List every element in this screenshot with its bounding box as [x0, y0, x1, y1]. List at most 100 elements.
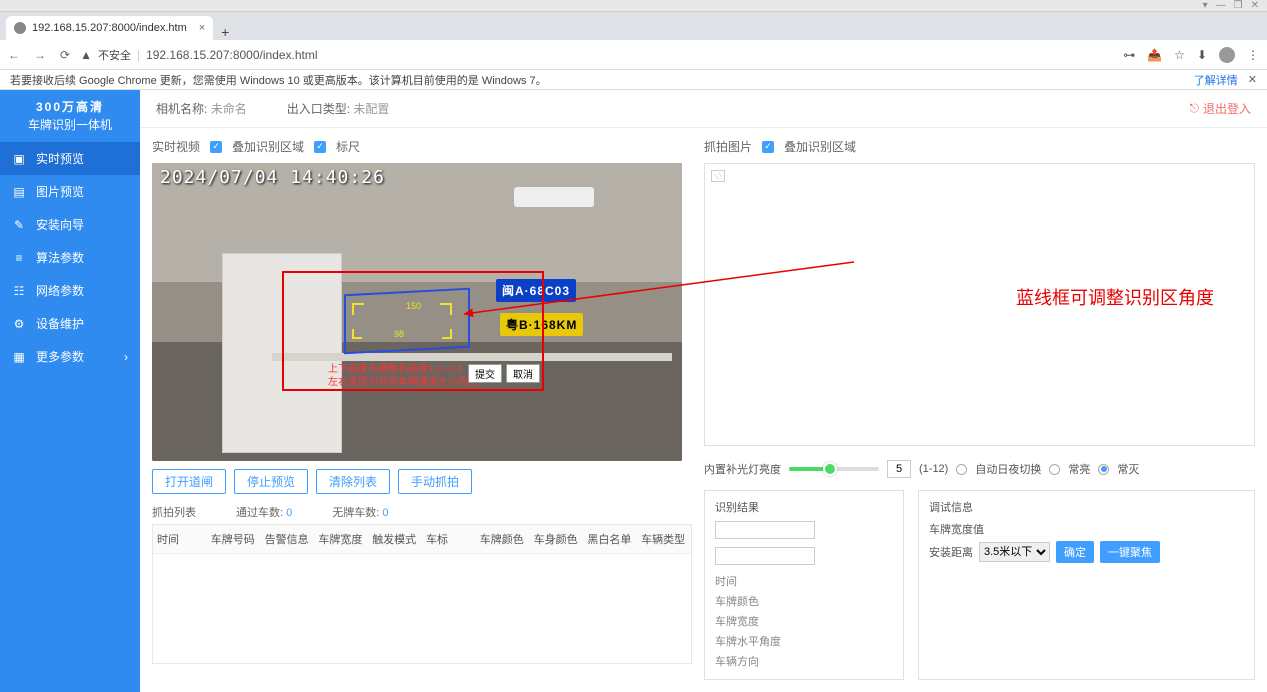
brand: 300万高清 车牌识别一体机 [0, 90, 140, 142]
debug-panel: 调试信息 车牌宽度值 安装距离 3.5米以下 确定 一键聚焦 [918, 490, 1255, 680]
always-off-radio[interactable] [1098, 464, 1109, 475]
wrench-icon: ✎ [12, 218, 26, 232]
key-icon[interactable]: ⊶ [1123, 48, 1135, 62]
image-icon: ▤ [12, 185, 26, 199]
ruler-checkbox[interactable]: ✓ [314, 141, 326, 153]
new-tab-button[interactable]: + [213, 24, 237, 40]
insecure-icon[interactable]: ▲ [80, 48, 92, 62]
notice-text: 若要接收后续 Google Chrome 更新，您需使用 Windows 10 … [10, 72, 547, 88]
confirm-button[interactable]: 确定 [1056, 541, 1094, 563]
pass-count: 0 [286, 507, 292, 519]
sidebar-item-algo[interactable]: ≡ 算法参数 [0, 241, 140, 274]
autofocus-button[interactable]: 一键聚焦 [1100, 541, 1160, 563]
sidebar-item-wizard[interactable]: ✎ 安装向导 [0, 208, 140, 241]
overlay-region-checkbox[interactable]: ✓ [210, 141, 222, 153]
chevron-right-icon: › [124, 350, 128, 364]
globe-icon [14, 22, 26, 34]
logout-button[interactable]: ⎋ 退出登入 [1189, 100, 1251, 117]
capture-table: 时间 车牌号码 告警信息 车牌宽度 触发模式 车标 车牌颜色 车身颜色 黑白名单… [152, 524, 692, 664]
logout-icon: ⎋ [1189, 101, 1199, 116]
io-value: 未配置 [353, 102, 389, 116]
snap-title: 抓拍图片 [704, 138, 752, 155]
placeholder-icon [711, 170, 725, 182]
always-on-radio[interactable] [1049, 464, 1060, 475]
snap-overlay-checkbox[interactable]: ✓ [762, 141, 774, 153]
live-video[interactable]: 2024/07/04 14:40:26 闽A·68C03 粤B·168KM 15… [152, 163, 682, 461]
sidebar-item-label: 网络参数 [36, 282, 84, 299]
address-bar: ← → ⟳ ▲ 不安全 | 192.168.15.207:8000/index.… [0, 40, 1267, 70]
dropdown-icon[interactable]: ▾ [1203, 0, 1208, 11]
sidebar-item-label: 实时预览 [36, 150, 84, 167]
kebab-icon[interactable]: ⋮ [1247, 48, 1259, 62]
close-tab-icon[interactable]: × [199, 22, 205, 34]
snapshot-box: 蓝线框可调整识别区角度 [704, 163, 1255, 446]
result-input-2[interactable] [715, 547, 815, 565]
sidebar-item-label: 算法参数 [36, 249, 84, 266]
download-icon[interactable]: ⬇ [1197, 48, 1207, 62]
close-window-icon[interactable]: ✕ [1251, 0, 1259, 11]
cam-label: 相机名称: [156, 102, 207, 116]
browser-tab[interactable]: 192.168.15.207:8000/index.htm × [6, 16, 213, 40]
result-panel: 识别结果 时间 车牌颜色 车牌宽度 车牌水平角度 车辆方向 [704, 490, 904, 680]
table-header: 时间 车牌号码 告警信息 车牌宽度 触发模式 车标 车牌颜色 车身颜色 黑白名单… [153, 525, 691, 554]
sidebar-item-image[interactable]: ▤ 图片预览 [0, 175, 140, 208]
max-icon[interactable]: ❐ [1234, 0, 1243, 11]
sidebar-item-label: 设备维护 [36, 315, 84, 332]
sidebar-item-network[interactable]: ☷ 网络参数 [0, 274, 140, 307]
star-icon[interactable]: ☆ [1174, 48, 1185, 62]
sliders-icon: ≡ [12, 251, 26, 265]
learn-more-link[interactable]: 了解详情 [1194, 72, 1238, 88]
sidebar: 300万高清 车牌识别一体机 ▣ 实时预览 ▤ 图片预览 ✎ 安装向导 ≡ 算法… [0, 90, 140, 692]
angle-frame[interactable] [344, 288, 470, 355]
update-notice: 若要接收后续 Google Chrome 更新，您需使用 Windows 10 … [0, 70, 1267, 90]
open-gate-button[interactable]: 打开道闸 [152, 469, 226, 494]
profile-avatar[interactable] [1219, 47, 1235, 63]
snap-overlay-label: 叠加识别区域 [784, 138, 856, 155]
monitor-icon: ▣ [12, 152, 26, 166]
brightness-input[interactable] [887, 460, 911, 478]
cam-value: 未命名 [211, 102, 247, 116]
clear-list-button[interactable]: 清除列表 [316, 469, 390, 494]
submit-button[interactable]: 提交 [468, 364, 502, 383]
forward-icon[interactable]: → [34, 48, 46, 62]
grid-icon: ▦ [12, 350, 26, 364]
sidebar-item-label: 图片预览 [36, 183, 84, 200]
video-timestamp: 2024/07/04 14:40:26 [160, 167, 385, 188]
callout-text: 蓝线框可调整识别区角度 [1016, 284, 1214, 310]
share-icon[interactable]: 📤 [1147, 48, 1162, 62]
ruler-label: 标尺 [336, 138, 360, 155]
window-controls: ▾ — ❐ ✕ [0, 0, 1267, 12]
cancel-button[interactable]: 取消 [506, 364, 540, 383]
auto-radio[interactable] [956, 464, 967, 475]
tab-strip: 192.168.15.207:8000/index.htm × + [0, 12, 1267, 40]
region-note: 上下高度与摄像机高度1.2~1.4 左右宽度与现场车辆通道大小而定 [328, 363, 478, 389]
shot-list-label: 抓拍列表 [152, 504, 196, 520]
brightness-label: 内置补光灯亮度 [704, 461, 781, 477]
close-notice-icon[interactable]: ✕ [1248, 73, 1257, 86]
sidebar-item-label: 更多参数 [36, 348, 84, 365]
gear-icon: ⚙ [12, 317, 26, 331]
url-text[interactable]: 192.168.15.207:8000/index.html [146, 48, 317, 62]
live-title: 实时视频 [152, 138, 200, 155]
distance-select[interactable]: 3.5米以下 [979, 542, 1050, 562]
sidebar-item-label: 安装向导 [36, 216, 84, 233]
overlay-region-label: 叠加识别区域 [232, 138, 304, 155]
network-icon: ☷ [12, 284, 26, 298]
io-label: 出入口类型: [287, 102, 350, 116]
insecure-label: 不安全 [98, 47, 131, 63]
ruler-height: 98 [394, 329, 404, 339]
tab-title: 192.168.15.207:8000/index.htm [32, 22, 187, 34]
noplate-count: 0 [382, 507, 388, 519]
min-icon[interactable]: — [1216, 0, 1226, 11]
sidebar-item-maintain[interactable]: ⚙ 设备维护 [0, 307, 140, 340]
sidebar-item-more[interactable]: ▦ 更多参数 › [0, 340, 140, 373]
topbar: 相机名称: 未命名 出入口类型: 未配置 ⎋ 退出登入 [140, 90, 1267, 128]
sidebar-item-live[interactable]: ▣ 实时预览 [0, 142, 140, 175]
result-input-1[interactable] [715, 521, 815, 539]
brightness-range: (1-12) [919, 463, 948, 475]
back-icon[interactable]: ← [8, 48, 20, 62]
brightness-slider[interactable] [789, 467, 879, 471]
reload-icon[interactable]: ⟳ [60, 48, 70, 62]
manual-capture-button[interactable]: 手动抓拍 [398, 469, 472, 494]
stop-preview-button[interactable]: 停止预览 [234, 469, 308, 494]
